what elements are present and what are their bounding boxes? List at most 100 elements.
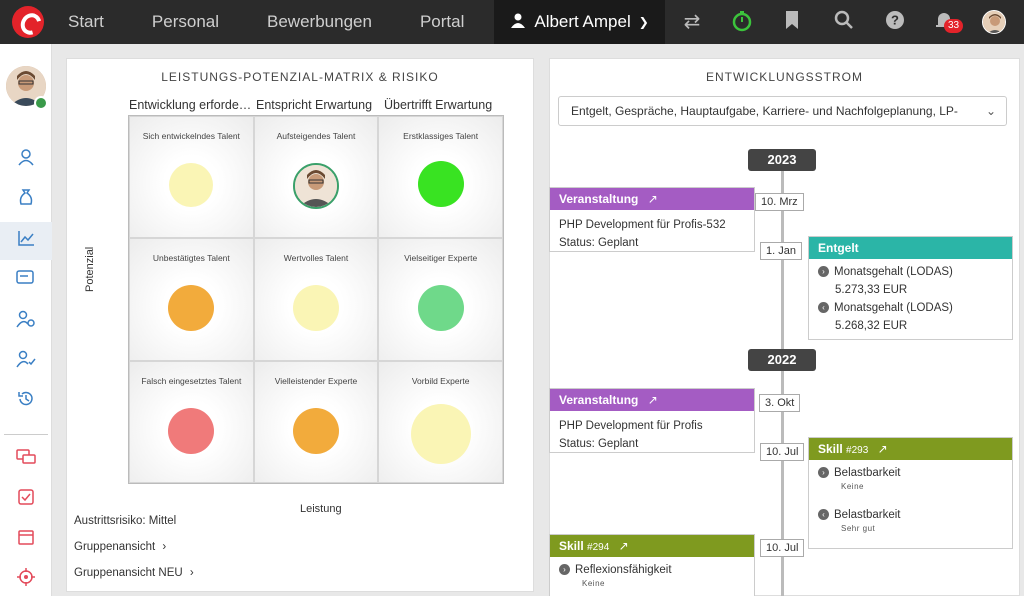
search-icon[interactable] xyxy=(832,10,856,34)
nav-start[interactable]: Start xyxy=(56,0,128,44)
event-card-header: Veranstaltung ↗ xyxy=(550,389,754,411)
chat-icon[interactable] xyxy=(14,448,38,472)
matrix-cell[interactable]: Vielleistender Experte xyxy=(253,360,379,483)
skill-number: #293 xyxy=(846,445,869,456)
nav-personal[interactable]: Personal xyxy=(128,0,243,44)
person-settings-icon[interactable] xyxy=(14,310,38,334)
chevron-right-icon: › xyxy=(818,467,829,479)
matrix-cell[interactable]: Sich entwickelndes Talent xyxy=(129,116,254,239)
skill-card[interactable]: Skill #294 ↗ › Reflexionsfähigkeit Keine xyxy=(549,534,755,596)
stream-filter-dropdown[interactable]: Entgelt, Gespräche, Hauptaufgabe, Karrie… xyxy=(558,96,1007,126)
user-avatar[interactable] xyxy=(982,10,1006,34)
cell-label: Sich entwickelndes Talent xyxy=(142,131,240,141)
cell-label: Unbestätigtes Talent xyxy=(152,253,230,264)
swap-icon[interactable]: ⇄ xyxy=(680,10,704,34)
stopwatch-icon[interactable] xyxy=(730,10,754,34)
column-header: Entwicklung erforde… xyxy=(129,98,252,112)
moneybag-icon[interactable] xyxy=(14,188,38,212)
payslip-icon[interactable] xyxy=(14,268,38,292)
salary-value: 5.268,32 EUR xyxy=(835,320,908,332)
group-view-new-link-label: Gruppenansicht NEU xyxy=(74,567,183,579)
status-indicator xyxy=(34,96,48,110)
event-card[interactable]: Veranstaltung ↗ PHP Development für Prof… xyxy=(549,187,755,252)
group-view-link[interactable]: Gruppenansicht › xyxy=(74,541,166,553)
task-check-icon[interactable] xyxy=(14,488,38,512)
talent-dot xyxy=(292,407,339,454)
event-date: 10. Jul xyxy=(760,443,805,461)
matrix-cell[interactable]: Falsch eingesetztes Talent xyxy=(129,360,254,483)
target-icon[interactable] xyxy=(14,568,38,592)
talent-matrix-grid: Sich entwickelndes Talent Aufsteigendes … xyxy=(128,115,504,484)
help-icon[interactable]: ? xyxy=(883,10,907,34)
history-icon[interactable] xyxy=(14,390,38,414)
chevron-right-icon: › xyxy=(559,564,570,576)
matrix-cell[interactable]: Vorbild Experte xyxy=(378,360,503,483)
skill-type: Skill xyxy=(818,442,843,456)
risk-label: Austrittsrisiko: Mittel xyxy=(74,515,177,527)
event-type: Veranstaltung xyxy=(559,192,639,206)
external-link-icon[interactable]: ↗ xyxy=(619,539,629,553)
year-marker: 2023 xyxy=(748,149,816,171)
employee-photo-marker[interactable] xyxy=(292,163,339,209)
group-view-new-link[interactable]: Gruppenansicht NEU › xyxy=(74,567,194,579)
skill-card[interactable]: Skill #293 ↗ › Belastbarkeit Keine ‹ Belas… xyxy=(808,437,1013,549)
column-header: Übertrifft Erwartung xyxy=(384,98,493,112)
chevron-right-icon: › xyxy=(189,567,194,579)
bookmark-icon[interactable] xyxy=(780,10,804,34)
event-date: 3. Okt xyxy=(759,394,801,412)
column-header: Entspricht Erwartung xyxy=(256,98,373,112)
skill-type: Skill xyxy=(559,539,584,553)
chevron-right-icon: › xyxy=(818,266,829,278)
skill-card-body: › Belastbarkeit Keine ‹ Belastbarkeit Sehr… xyxy=(809,460,1012,554)
event-date: 10. Mrz xyxy=(755,193,804,211)
salary-item: Monatsgehalt (LODAS) xyxy=(834,266,953,278)
sidebar xyxy=(0,44,52,596)
nav-portal[interactable]: Portal xyxy=(396,0,488,44)
filter-value: Entgelt, Gespräche, Hauptaufgabe, Karrie… xyxy=(571,104,958,118)
skill-card-header: Skill #293 ↗ xyxy=(809,438,1012,460)
matrix-cell[interactable]: Wertvolles Talent xyxy=(253,238,379,361)
skill-name: Reflexionsfähigkeit xyxy=(575,564,672,576)
svg-text:?: ? xyxy=(891,13,899,28)
timeline-line xyxy=(781,166,784,596)
chart-icon[interactable] xyxy=(14,229,38,253)
talent-dot xyxy=(410,403,471,464)
talent-dot xyxy=(168,285,215,332)
event-card[interactable]: Veranstaltung ↗ PHP Development für Prof… xyxy=(549,388,755,453)
matrix-cell[interactable]: Aufsteigendes Talent xyxy=(253,116,379,239)
external-link-icon[interactable]: ↗ xyxy=(648,393,658,407)
stream-title: ENTWICKLUNGSSTROM xyxy=(705,70,863,84)
skill-number: #294 xyxy=(587,542,610,553)
skill-level: Keine xyxy=(841,482,864,491)
person-icon[interactable] xyxy=(14,148,38,172)
skill-card-header: Skill #294 ↗ xyxy=(550,535,754,557)
sidebar-divider xyxy=(4,434,48,435)
matrix-cell[interactable]: Unbestätigtes Talent xyxy=(129,238,254,361)
cell-label: Falsch eingesetztes Talent xyxy=(141,375,242,386)
talent-dot xyxy=(417,285,464,332)
matrix-title: LEISTUNGS-POTENZIAL-MATRIX & RISIKO xyxy=(161,70,439,84)
x-axis-label: Leistung xyxy=(300,503,342,515)
user-menu[interactable]: Albert Ampel ❯ xyxy=(494,0,665,44)
group-view-link-label: Gruppenansicht xyxy=(74,541,156,553)
salary-card[interactable]: Entgelt › Monatsgehalt (LODAS) 5.273,33 E… xyxy=(808,236,1013,340)
salary-card-header: Entgelt xyxy=(809,237,1012,259)
user-name: Albert Ampel xyxy=(534,12,631,31)
nav-bewerbungen[interactable]: Bewerbungen xyxy=(243,0,396,44)
event-status: Status: Geplant xyxy=(559,237,639,249)
skill-name: Belastbarkeit xyxy=(834,509,901,521)
external-link-icon[interactable]: ↗ xyxy=(648,192,658,206)
matrix-cell[interactable]: Erstklassiges Talent xyxy=(378,116,503,239)
talent-dot xyxy=(292,285,339,332)
app-logo[interactable] xyxy=(12,6,44,38)
event-title: PHP Development für Profis xyxy=(559,420,703,432)
year-marker: 2022 xyxy=(748,349,816,371)
cell-label: Aufsteigendes Talent xyxy=(276,131,356,141)
matrix-cell[interactable]: Vielseitiger Experte xyxy=(378,238,503,361)
external-link-icon[interactable]: ↗ xyxy=(878,442,888,456)
talent-dot xyxy=(169,163,214,207)
event-type: Veranstaltung xyxy=(559,393,639,407)
y-axis-label: Potenzial xyxy=(84,246,96,292)
person-check-icon[interactable] xyxy=(14,350,38,374)
calendar-icon[interactable] xyxy=(14,528,38,552)
